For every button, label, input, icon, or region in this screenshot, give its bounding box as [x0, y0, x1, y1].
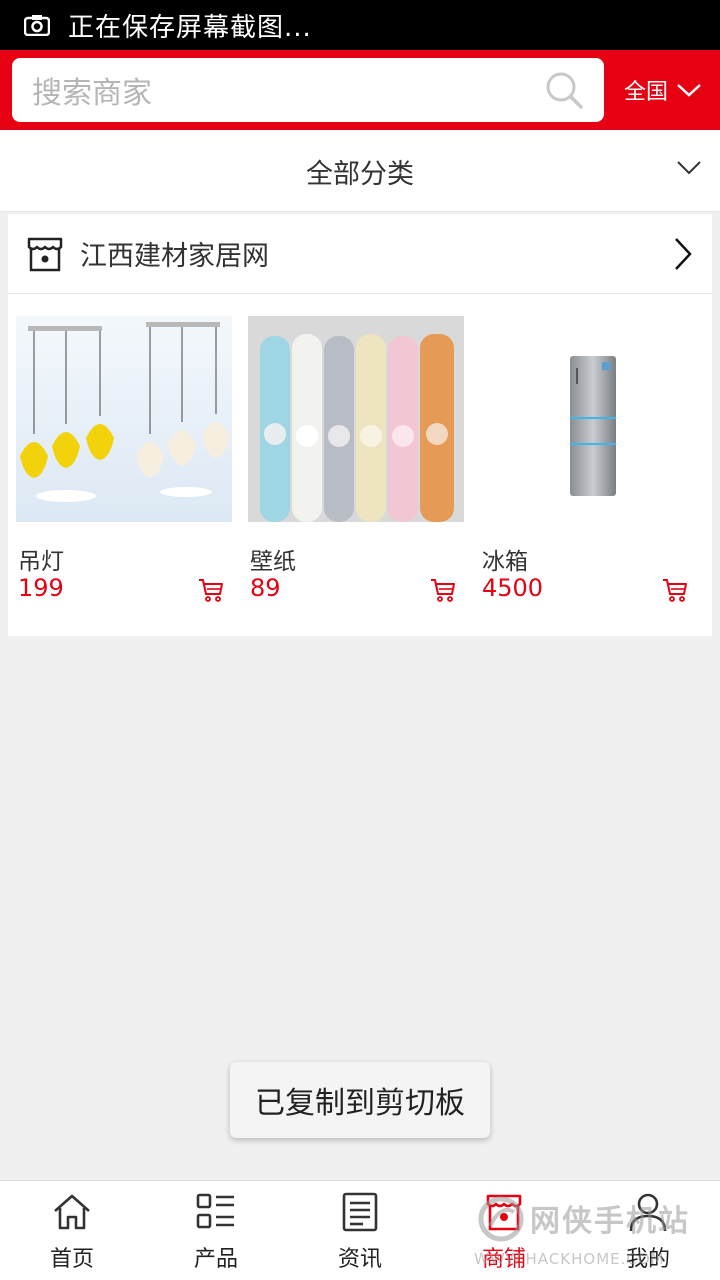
tab-label: 首页 [49, 1247, 94, 1272]
chevron-down-icon [677, 84, 701, 97]
watermark-url: WWW.HACKHOME.COM [474, 1250, 665, 1268]
chevron-down-icon [677, 161, 701, 175]
tab-label: 资讯 [337, 1247, 382, 1272]
category-filter[interactable]: 全部分类 [0, 130, 720, 212]
product-name: 壁纸 [250, 549, 296, 575]
watermark: 网侠手机站 WWW.HACKHOME.COM [470, 1190, 716, 1276]
product-image [16, 316, 232, 522]
product-item[interactable]: 壁纸 89 [248, 316, 464, 602]
region-selector[interactable]: 全国 [624, 50, 702, 130]
product-image [248, 316, 464, 522]
tab-home[interactable]: 首页 [0, 1181, 144, 1280]
category-label: 全部分类 [306, 159, 414, 190]
tab-label: 产品 [193, 1247, 238, 1272]
product-price: 89 [250, 574, 281, 602]
tab-products[interactable]: 产品 [144, 1181, 288, 1280]
status-text: 正在保存屏幕截图... [68, 12, 312, 43]
cart-icon[interactable] [198, 578, 224, 602]
grid-list-icon [196, 1193, 234, 1229]
screenshot-icon [24, 15, 50, 36]
watermark-title: 网侠手机站 [530, 1204, 690, 1239]
region-label: 全国 [624, 80, 669, 105]
chevron-right-icon[interactable] [674, 237, 692, 271]
news-icon [342, 1192, 378, 1232]
product-price: 4500 [482, 574, 544, 602]
header: 搜索商家 全国 [0, 50, 720, 130]
store-header[interactable]: 江西建材家居网 [8, 214, 712, 294]
store-card: 江西建材家居网 吊灯 199 壁纸 89 冰箱 4500 [8, 214, 712, 636]
store-name: 江西建材家居网 [80, 241, 269, 272]
product-item[interactable]: 冰箱 4500 [480, 316, 696, 602]
search-icon[interactable] [544, 70, 584, 110]
cart-icon[interactable] [430, 578, 456, 602]
search-input[interactable]: 搜索商家 [12, 58, 604, 122]
store-icon [27, 237, 63, 271]
product-name: 吊灯 [18, 549, 64, 575]
product-image [480, 316, 696, 522]
product-item[interactable]: 吊灯 199 [16, 316, 232, 602]
search-placeholder: 搜索商家 [32, 76, 152, 111]
product-price: 199 [18, 574, 64, 602]
status-bar: 正在保存屏幕截图... [0, 0, 720, 50]
home-icon [54, 1194, 90, 1230]
toast-message: 已复制到剪切板 [230, 1062, 490, 1138]
product-name: 冰箱 [482, 549, 528, 575]
cart-icon[interactable] [662, 578, 688, 602]
watermark-logo-icon [478, 1196, 524, 1242]
tab-news[interactable]: 资讯 [288, 1181, 432, 1280]
